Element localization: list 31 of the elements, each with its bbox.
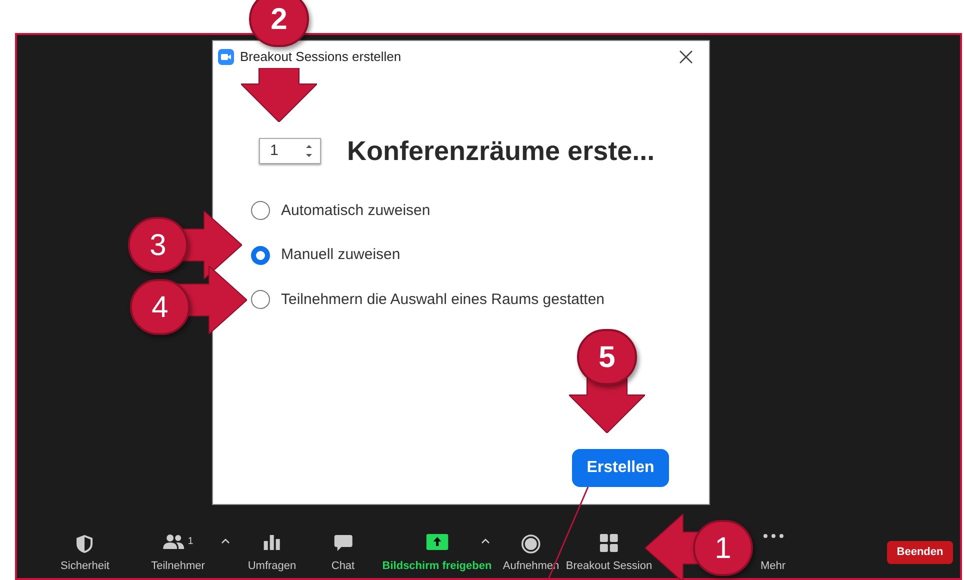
radio-button[interactable] xyxy=(251,290,270,310)
shield-icon xyxy=(76,534,94,554)
video-camera-icon xyxy=(218,49,234,65)
grid-icon xyxy=(600,534,618,552)
room-count-spinner[interactable]: 1 xyxy=(259,138,321,164)
toolbar-button[interactable]: Sicherheit xyxy=(60,534,110,574)
dialog-title: Breakout Sessions erstellen xyxy=(240,48,402,66)
participant-count: 1 xyxy=(188,535,194,549)
option-label: Teilnehmern die Auswahl eines Raums gestatten xyxy=(281,290,605,310)
option-label: Automatisch zuweisen xyxy=(281,200,430,220)
close-icon[interactable] xyxy=(678,49,694,65)
option-label: Manuell zuweisen xyxy=(281,245,400,265)
dialog-heading: Konferenzräume erste... xyxy=(347,135,655,168)
people-icon xyxy=(162,534,185,550)
record-icon xyxy=(521,534,541,554)
step-number-badge: 2 xyxy=(249,0,309,47)
caret-icon[interactable] xyxy=(481,538,490,544)
bar-chart-icon xyxy=(263,534,281,550)
speech-bubble-icon xyxy=(333,534,353,552)
toolbar-button[interactable]: Bildschirm freigeben xyxy=(382,534,492,574)
toolbar-button[interactable]: 1 Teilnehmer xyxy=(151,534,205,574)
toolbar-button[interactable]: Umfragen xyxy=(248,534,296,574)
create-button[interactable]: Erstellen xyxy=(572,449,669,487)
more-icon xyxy=(763,534,783,538)
caret-icon[interactable] xyxy=(221,538,230,544)
toolbar-button[interactable]: Mehr xyxy=(760,534,786,574)
end-meeting-button[interactable]: Beenden xyxy=(887,541,953,564)
radio-button[interactable] xyxy=(251,201,270,220)
toolbar-button[interactable]: Breakout Session xyxy=(566,534,652,574)
radio-button[interactable] xyxy=(251,246,270,265)
toolbar-button[interactable]: Chat xyxy=(331,534,355,574)
